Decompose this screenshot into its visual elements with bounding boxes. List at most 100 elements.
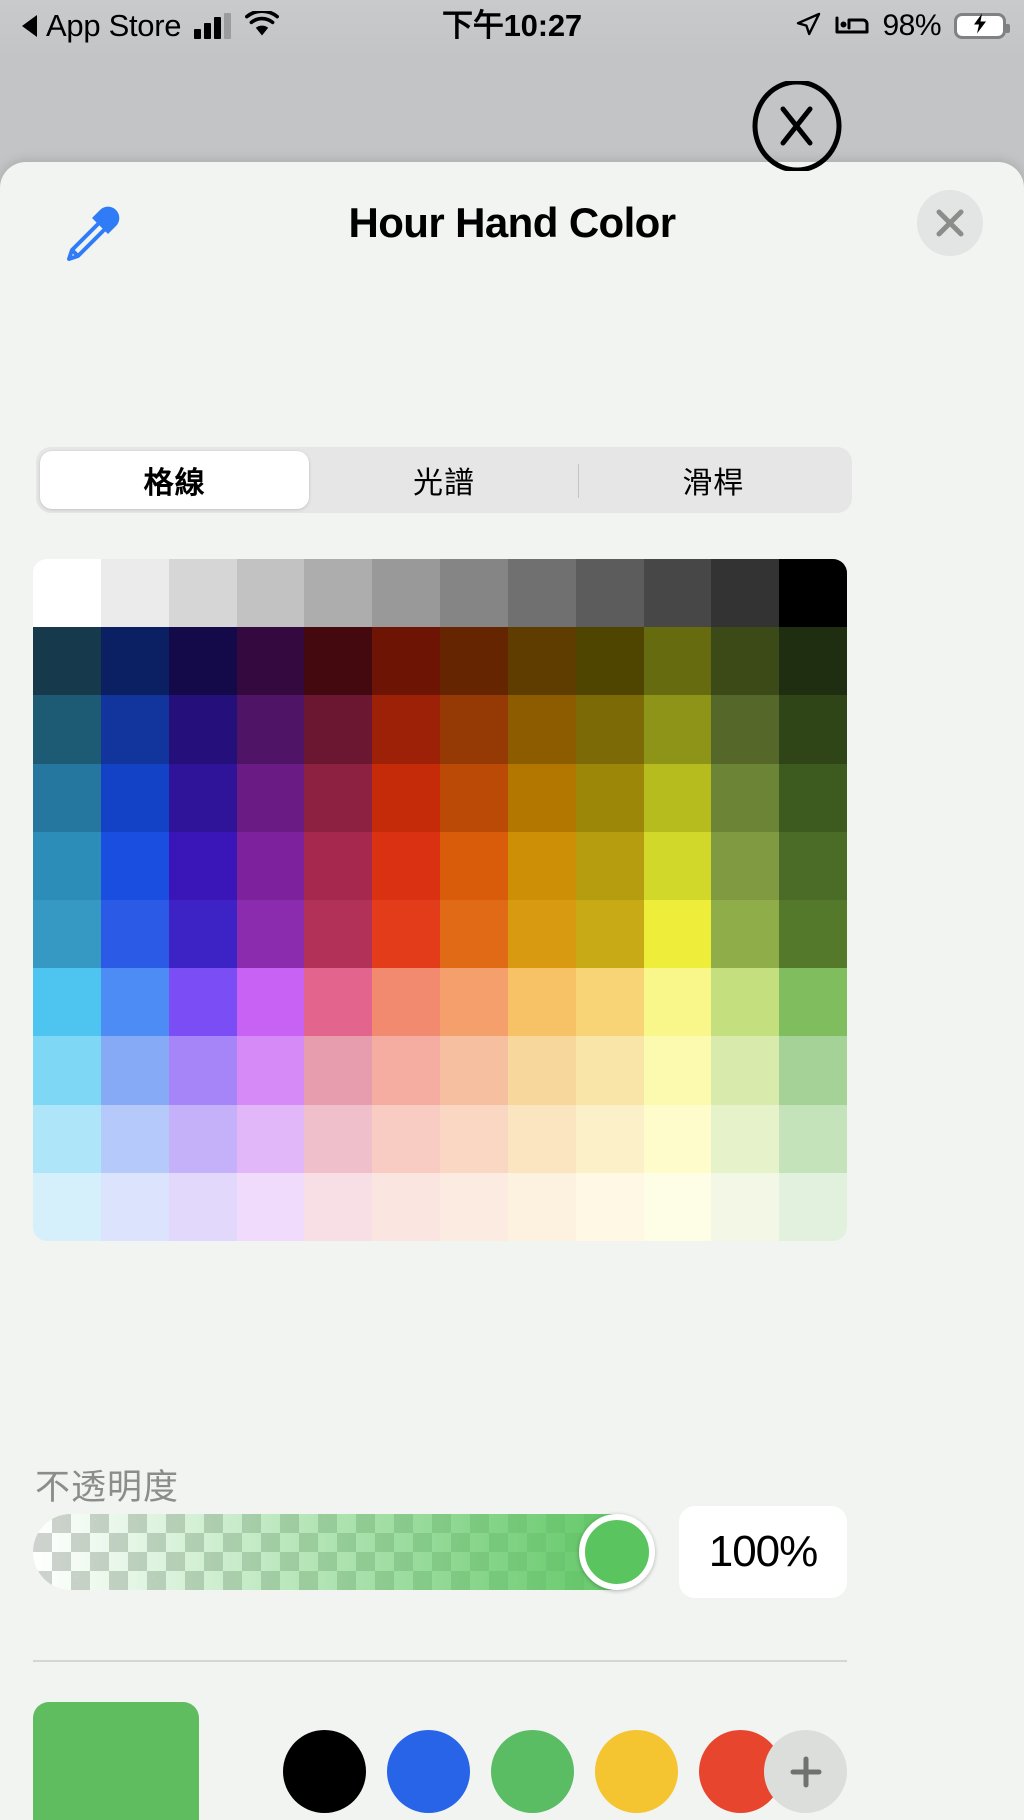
color-cell-3-5[interactable] xyxy=(372,763,440,832)
tab-spectrum[interactable]: 光譜 xyxy=(309,451,579,509)
color-cell-4-8[interactable] xyxy=(575,831,644,900)
color-cell-6-6[interactable] xyxy=(440,968,508,1037)
color-cell-4-11[interactable] xyxy=(779,831,847,900)
swatch-blue[interactable] xyxy=(387,1730,470,1813)
add-swatch-button[interactable] xyxy=(764,1730,847,1813)
color-cell-2-2[interactable] xyxy=(168,695,237,764)
color-cell-4-6[interactable] xyxy=(440,831,508,900)
color-cell-0-10[interactable] xyxy=(711,559,780,628)
opacity-slider[interactable] xyxy=(33,1514,655,1590)
color-cell-0-6[interactable] xyxy=(440,559,508,628)
color-cell-3-9[interactable] xyxy=(643,763,712,832)
color-cell-6-8[interactable] xyxy=(575,968,644,1037)
color-cell-6-11[interactable] xyxy=(779,968,847,1037)
opacity-value-field[interactable]: 100% xyxy=(679,1506,847,1598)
color-cell-1-5[interactable] xyxy=(372,627,440,696)
color-cell-2-4[interactable] xyxy=(304,695,373,764)
color-mode-tabs[interactable]: 格線 光譜 滑桿 xyxy=(36,447,852,513)
color-cell-3-3[interactable] xyxy=(236,763,305,832)
color-cell-9-10[interactable] xyxy=(711,1172,780,1241)
color-cell-1-7[interactable] xyxy=(507,627,576,696)
color-cell-4-5[interactable] xyxy=(372,831,440,900)
color-cell-7-1[interactable] xyxy=(100,1036,169,1105)
color-cell-9-9[interactable] xyxy=(643,1172,712,1241)
color-cell-7-8[interactable] xyxy=(575,1036,644,1105)
color-cell-2-0[interactable] xyxy=(33,695,101,764)
color-cell-9-1[interactable] xyxy=(100,1172,169,1241)
color-cell-2-10[interactable] xyxy=(711,695,780,764)
color-cell-0-2[interactable] xyxy=(168,559,237,628)
color-cell-8-1[interactable] xyxy=(100,1104,169,1173)
color-cell-3-4[interactable] xyxy=(304,763,373,832)
color-cell-1-10[interactable] xyxy=(711,627,780,696)
color-cell-2-5[interactable] xyxy=(372,695,440,764)
color-cell-2-6[interactable] xyxy=(440,695,508,764)
swatch-black[interactable] xyxy=(283,1730,366,1813)
color-cell-5-10[interactable] xyxy=(711,899,780,969)
color-cell-6-2[interactable] xyxy=(168,968,237,1037)
color-cell-6-3[interactable] xyxy=(236,968,305,1037)
color-cell-9-2[interactable] xyxy=(168,1172,237,1241)
color-cell-2-11[interactable] xyxy=(779,695,847,764)
color-cell-1-3[interactable] xyxy=(236,627,305,696)
color-cell-2-3[interactable] xyxy=(236,695,305,764)
color-cell-3-8[interactable] xyxy=(575,763,644,832)
color-cell-8-11[interactable] xyxy=(779,1104,847,1173)
color-cell-0-8[interactable] xyxy=(575,559,644,628)
color-cell-5-0[interactable] xyxy=(33,899,101,969)
color-cell-6-9[interactable] xyxy=(643,968,712,1037)
color-cell-2-8[interactable] xyxy=(575,695,644,764)
color-cell-1-8[interactable] xyxy=(575,627,644,696)
color-grid[interactable] xyxy=(33,559,847,1241)
color-cell-8-5[interactable] xyxy=(372,1104,440,1173)
color-cell-4-7[interactable] xyxy=(507,831,576,900)
color-cell-9-5[interactable] xyxy=(372,1172,440,1241)
color-cell-7-3[interactable] xyxy=(236,1036,305,1105)
color-cell-4-3[interactable] xyxy=(236,831,305,900)
color-cell-0-1[interactable] xyxy=(100,559,169,628)
color-cell-5-2[interactable] xyxy=(168,899,237,969)
color-cell-0-3[interactable] xyxy=(236,559,305,628)
color-cell-5-4[interactable] xyxy=(304,899,373,969)
color-cell-5-8[interactable] xyxy=(575,899,644,969)
color-cell-3-1[interactable] xyxy=(100,763,169,832)
color-cell-3-2[interactable] xyxy=(168,763,237,832)
color-cell-6-10[interactable] xyxy=(711,968,780,1037)
color-cell-3-7[interactable] xyxy=(507,763,576,832)
color-cell-6-0[interactable] xyxy=(33,968,101,1037)
color-cell-8-8[interactable] xyxy=(575,1104,644,1173)
color-cell-6-1[interactable] xyxy=(100,968,169,1037)
color-cell-7-11[interactable] xyxy=(779,1036,847,1105)
color-cell-7-5[interactable] xyxy=(372,1036,440,1105)
color-cell-8-6[interactable] xyxy=(440,1104,508,1173)
color-cell-7-0[interactable] xyxy=(33,1036,101,1105)
color-cell-0-9[interactable] xyxy=(643,559,712,628)
color-cell-1-11[interactable] xyxy=(779,627,847,696)
color-cell-4-2[interactable] xyxy=(168,831,237,900)
color-cell-7-9[interactable] xyxy=(643,1036,712,1105)
color-cell-0-11[interactable] xyxy=(779,559,847,628)
color-cell-1-4[interactable] xyxy=(304,627,373,696)
color-cell-3-0[interactable] xyxy=(33,763,101,832)
color-cell-9-11[interactable] xyxy=(779,1172,847,1241)
color-cell-5-9[interactable] xyxy=(643,899,712,969)
color-cell-9-4[interactable] xyxy=(304,1172,373,1241)
color-cell-7-7[interactable] xyxy=(507,1036,576,1105)
color-cell-8-4[interactable] xyxy=(304,1104,373,1173)
color-cell-5-5[interactable] xyxy=(372,899,440,969)
color-cell-2-9[interactable] xyxy=(643,695,712,764)
color-cell-9-0[interactable] xyxy=(33,1172,101,1241)
color-cell-7-2[interactable] xyxy=(168,1036,237,1105)
color-cell-8-10[interactable] xyxy=(711,1104,780,1173)
color-cell-1-9[interactable] xyxy=(643,627,712,696)
tab-grid[interactable]: 格線 xyxy=(40,451,310,509)
close-x-icon[interactable] xyxy=(917,190,983,256)
swatch-yellow[interactable] xyxy=(595,1730,678,1813)
color-cell-7-6[interactable] xyxy=(440,1036,508,1105)
color-cell-1-2[interactable] xyxy=(168,627,237,696)
color-cell-7-4[interactable] xyxy=(304,1036,373,1105)
color-cell-6-5[interactable] xyxy=(372,968,440,1037)
color-cell-0-0[interactable] xyxy=(33,559,101,628)
color-cell-5-1[interactable] xyxy=(100,899,169,969)
opacity-slider-thumb[interactable] xyxy=(579,1514,655,1590)
